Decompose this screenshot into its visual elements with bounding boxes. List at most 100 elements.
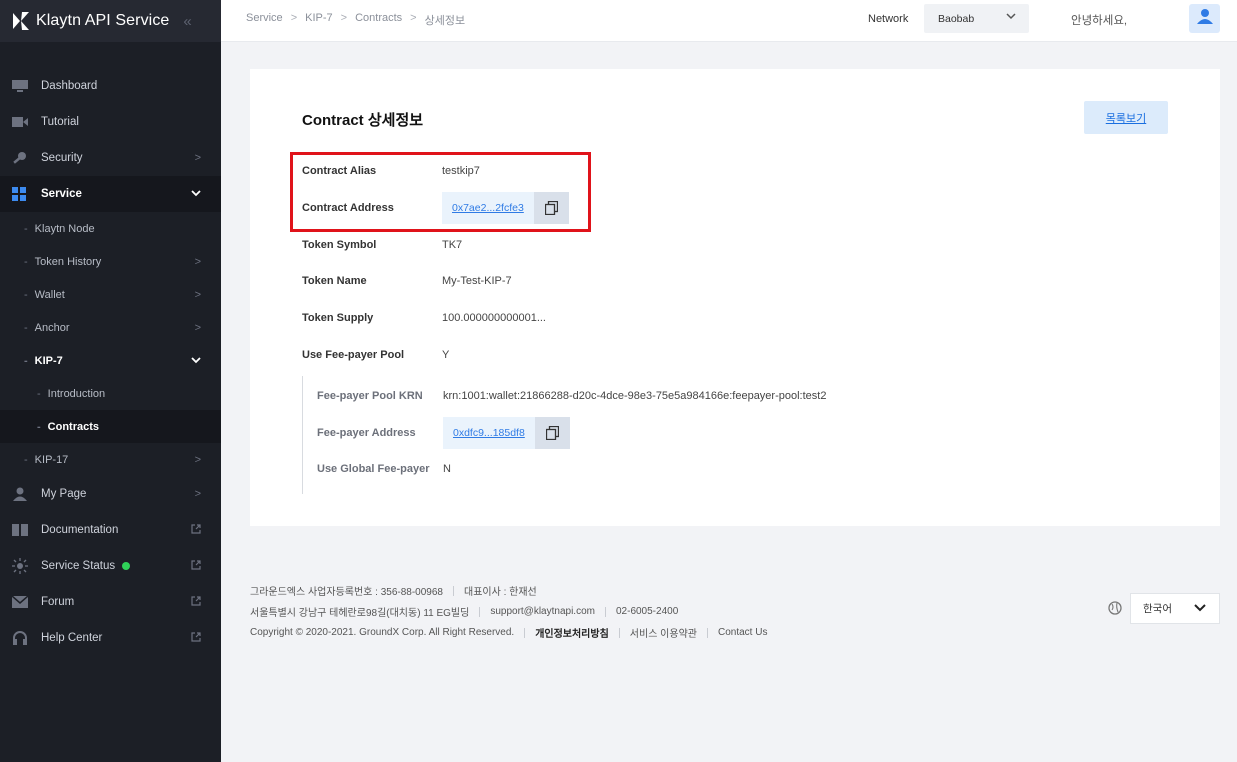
sidebar-item-my-page[interactable]: My Page > (0, 476, 221, 512)
field-value: My-Test-KIP-7 (442, 275, 512, 287)
monitor-icon (12, 79, 28, 93)
breadcrumb-item[interactable]: Contracts (355, 12, 402, 28)
brand-name: Klaytn API Service (36, 12, 170, 29)
field-label: Token Symbol (302, 239, 377, 251)
chevron-right-icon: > (340, 12, 348, 24)
sidebar-item-wallet[interactable]: - Wallet > (0, 278, 221, 311)
mail-icon (12, 595, 28, 609)
brand[interactable]: Klaytn API Service « (0, 0, 221, 42)
network-select[interactable]: Baobab (924, 4, 1029, 33)
page-title: Contract 상세정보 (302, 112, 424, 129)
field-label: Use Global Fee-payer (317, 463, 430, 475)
sidebar-item-security[interactable]: Security > (0, 140, 221, 176)
field-fee-payer-pool-krn: Fee-payer Pool KRN krn:1001:wallet:21866… (317, 386, 826, 406)
collapse-icon[interactable]: « (183, 13, 191, 30)
sidebar-item-label: Documentation (41, 524, 119, 536)
sidebar-item-label: KIP-17 (34, 453, 69, 466)
sidebar-item-introduction[interactable]: - Introduction (0, 377, 221, 410)
sidebar-item-label: Service Status (41, 560, 116, 572)
field-value: 100.000000000001... (442, 312, 546, 324)
sidebar-item-kip7[interactable]: - KIP-7 (0, 344, 221, 377)
chevron-down-icon (1194, 603, 1206, 615)
sidebar-item-token-history[interactable]: - Token History > (0, 245, 221, 278)
sidebar-item-label: Klaytn Node (34, 222, 95, 235)
sidebar-nav: Dashboard Tutorial Security > Service -K… (0, 68, 221, 656)
field-value: krn:1001:wallet:21866288-d20c-4dce-98e3-… (443, 390, 827, 402)
sidebar-item-service[interactable]: Service (0, 176, 221, 212)
footer-copyright: Copyright © 2020-2021. GroundX Corp. All… (250, 627, 515, 638)
sidebar-item-help-center[interactable]: Help Center (0, 620, 221, 656)
field-label: Fee-payer Pool KRN (317, 390, 423, 402)
chevron-right-icon: > (290, 12, 298, 24)
chevron-right-icon: > (194, 288, 201, 301)
sidebar-item-tutorial[interactable]: Tutorial (0, 104, 221, 140)
chevron-down-icon (191, 188, 201, 200)
chevron-right-icon: > (194, 321, 201, 334)
field-value: N (443, 463, 451, 475)
breadcrumb: Service > KIP-7 > Contracts > 상세정보 (246, 12, 465, 28)
copy-button[interactable] (534, 417, 570, 449)
sidebar-item-anchor[interactable]: - Anchor > (0, 311, 221, 344)
language-select[interactable]: 한국어 (1130, 593, 1220, 624)
field-token-name: Token Name My-Test-KIP-7 (302, 271, 512, 291)
field-label: Fee-payer Address (317, 427, 416, 439)
chevron-right-icon: > (194, 152, 201, 164)
footer-phone: 02-6005-2400 (615, 606, 679, 617)
video-icon (12, 115, 28, 129)
sidebar-item-label: Tutorial (41, 116, 79, 128)
field-label: Token Name (302, 275, 367, 287)
field-use-fee-payer-pool: Use Fee-payer Pool Y (302, 345, 449, 365)
contact-us-link[interactable]: Contact Us (718, 627, 767, 638)
sidebar: Klaytn API Service « Dashboard Tutorial … (0, 0, 221, 762)
sidebar-item-label: Security (41, 152, 83, 164)
status-dot (122, 562, 131, 570)
field-token-supply: Token Supply 100.000000000001... (302, 308, 546, 328)
sidebar-item-label: Wallet (34, 288, 65, 301)
globe-icon (1108, 601, 1122, 620)
sidebar-item-label: KIP-7 (34, 354, 63, 367)
fee-payer-group-divider (302, 376, 303, 494)
network-label: Network (868, 13, 909, 25)
sidebar-item-contracts[interactable]: - Contracts (0, 410, 221, 443)
address-box: 0xdfc9...185df8 (443, 417, 570, 449)
field-value: Y (442, 349, 450, 361)
footer-company: 그라운드엑스 사업자등록번호 : 356-88-00968 (250, 587, 443, 598)
external-link-icon (191, 631, 201, 645)
top-header: Service > KIP-7 > Contracts > 상세정보 Netwo… (221, 0, 1237, 42)
contract-detail-card: Contract 상세정보 목록보기 Contract Alias testki… (250, 69, 1220, 526)
footer-email[interactable]: support@klaytnapi.com (490, 606, 595, 617)
avatar-button[interactable] (1189, 4, 1220, 33)
sidebar-item-label: Contracts (47, 420, 100, 433)
terms-link[interactable]: 서비스 이용약관 (630, 625, 697, 640)
breadcrumb-item: 상세정보 (424, 15, 466, 27)
footer-ceo: 대표이사 : 한재선 (464, 587, 537, 598)
sidebar-item-klaytn-node[interactable]: - Klaytn Node (0, 212, 221, 245)
book-icon (12, 523, 28, 537)
sidebar-item-label: Forum (41, 596, 75, 608)
fee-payer-address-link[interactable]: 0xdfc9...185df8 (443, 417, 535, 449)
greeting: 안녕하세요, (1071, 15, 1128, 27)
chevron-down-icon (191, 355, 201, 367)
language-value: 한국어 (1143, 603, 1172, 615)
klaytn-logo-icon (10, 10, 32, 32)
sidebar-item-label: Introduction (47, 387, 106, 400)
user-icon (12, 487, 28, 501)
field-value: TK7 (442, 239, 463, 251)
list-view-button[interactable]: 목록보기 (1084, 101, 1168, 134)
sidebar-item-documentation[interactable]: Documentation (0, 512, 221, 548)
network-value: Baobab (938, 12, 975, 25)
field-use-global-fee-payer: Use Global Fee-payer N (317, 459, 451, 479)
sidebar-item-kip17[interactable]: - KIP-17 > (0, 443, 221, 476)
sidebar-item-dashboard[interactable]: Dashboard (0, 68, 221, 104)
field-label: Token Supply (302, 312, 374, 324)
sidebar-item-forum[interactable]: Forum (0, 584, 221, 620)
sidebar-item-label: My Page (41, 488, 87, 500)
breadcrumb-item[interactable]: KIP-7 (305, 12, 333, 28)
sidebar-item-service-status[interactable]: Service Status (0, 548, 221, 584)
breadcrumb-item[interactable]: Service (246, 12, 283, 28)
sidebar-item-label: Help Center (41, 632, 103, 644)
chevron-right-icon: > (410, 12, 417, 24)
privacy-policy-link[interactable]: 개인정보처리방침 (535, 625, 609, 640)
key-icon (12, 151, 28, 165)
external-link-icon (191, 559, 201, 573)
